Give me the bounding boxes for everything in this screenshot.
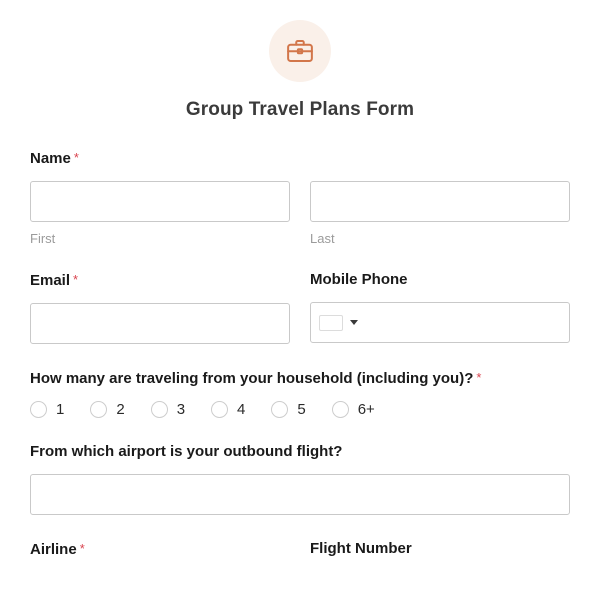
field-outbound-airport: From which airport is your outbound flig… bbox=[30, 443, 570, 515]
mobile-phone-input[interactable] bbox=[358, 302, 561, 343]
radio-circle-icon bbox=[90, 401, 108, 418]
radio-label: 2 bbox=[116, 401, 125, 418]
label-household-count-text: How many are traveling from your househo… bbox=[30, 370, 474, 387]
household-count-radio-group: 1 2 3 4 5 6+ bbox=[30, 401, 570, 418]
label-mobile-phone: Mobile Phone bbox=[310, 271, 408, 288]
radio-circle-icon bbox=[30, 401, 47, 418]
briefcase-icon bbox=[269, 20, 331, 82]
label-name-text: Name bbox=[30, 150, 71, 167]
label-airline: Airline * bbox=[30, 540, 290, 559]
mobile-phone-input-wrapper[interactable] bbox=[310, 302, 570, 343]
last-name-sublabel: Last bbox=[310, 231, 335, 246]
label-household-count: How many are traveling from your househo… bbox=[30, 369, 570, 388]
required-marker: * bbox=[73, 272, 79, 287]
first-name-input[interactable] bbox=[30, 181, 290, 222]
flight-details-row-inner: Airline * Flight Number bbox=[30, 540, 570, 572]
label-name: Name * bbox=[30, 149, 570, 168]
flight-details-row: Airline * Flight Number bbox=[30, 540, 570, 572]
field-airline: Airline * bbox=[30, 540, 290, 572]
chevron-down-icon bbox=[350, 320, 358, 325]
radio-option-5[interactable]: 5 bbox=[271, 401, 306, 418]
outbound-airport-input[interactable] bbox=[30, 474, 570, 515]
required-marker: * bbox=[79, 541, 85, 556]
radio-option-1[interactable]: 1 bbox=[30, 401, 64, 418]
radio-label: 1 bbox=[56, 401, 65, 418]
label-email-text: Email bbox=[30, 272, 71, 289]
contact-row: Email * Mobile Phone bbox=[30, 271, 570, 344]
radio-circle-icon bbox=[150, 401, 168, 418]
first-name-sublabel: First bbox=[30, 231, 56, 246]
field-flight-number: Flight Number bbox=[310, 540, 570, 572]
radio-label: 4 bbox=[237, 401, 246, 418]
radio-circle-icon bbox=[271, 401, 289, 418]
contact-row-inner: Email * Mobile Phone bbox=[30, 271, 570, 344]
radio-option-2[interactable]: 2 bbox=[90, 401, 125, 418]
radio-label: 6+ bbox=[357, 401, 375, 418]
name-last-col: Last bbox=[310, 181, 570, 246]
field-mobile-phone: Mobile Phone bbox=[310, 271, 570, 344]
radio-option-4[interactable]: 4 bbox=[211, 401, 245, 418]
name-row: First Last bbox=[30, 181, 570, 246]
travel-plans-form: Group Travel Plans Form Name * First Last… bbox=[0, 0, 600, 600]
flag-placeholder-icon bbox=[319, 314, 343, 331]
country-code-selector[interactable] bbox=[319, 314, 358, 331]
field-name: Name * First Last bbox=[30, 149, 570, 246]
label-flight-number: Flight Number bbox=[310, 540, 412, 557]
field-email: Email * bbox=[30, 271, 290, 344]
required-marker: * bbox=[73, 150, 79, 165]
name-first-col: First bbox=[30, 181, 290, 246]
last-name-input[interactable] bbox=[310, 181, 570, 222]
form-header: Group Travel Plans Form bbox=[30, 0, 570, 121]
radio-label: 5 bbox=[297, 401, 306, 418]
label-outbound-airport: From which airport is your outbound flig… bbox=[30, 443, 343, 460]
label-email: Email * bbox=[30, 271, 290, 290]
page-title: Group Travel Plans Form bbox=[185, 99, 415, 120]
required-marker: * bbox=[476, 370, 482, 385]
label-airline-text: Airline bbox=[30, 541, 77, 558]
radio-circle-icon bbox=[211, 401, 229, 418]
radio-option-6plus[interactable]: 6+ bbox=[331, 401, 375, 418]
radio-label: 3 bbox=[176, 401, 186, 418]
radio-option-3[interactable]: 3 bbox=[150, 401, 186, 418]
email-input[interactable] bbox=[30, 303, 290, 344]
field-household-count: How many are traveling from your househo… bbox=[30, 369, 570, 418]
radio-circle-icon bbox=[331, 401, 349, 418]
